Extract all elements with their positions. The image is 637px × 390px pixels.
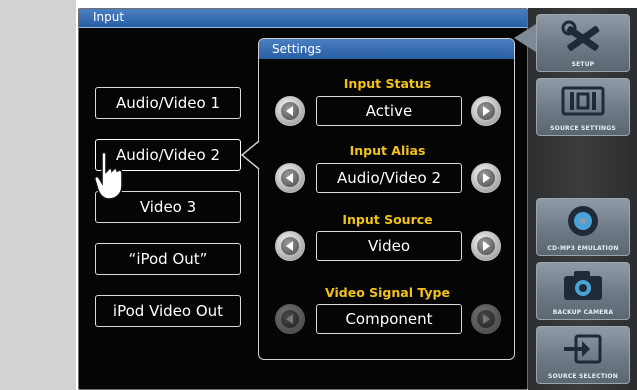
input-alias-next-button[interactable] [471, 163, 501, 193]
video-signal-type-prev-button [275, 304, 305, 334]
input-status-label: Input Status [343, 76, 432, 91]
backup-camera-button[interactable]: BACKUP CAMERA [536, 262, 630, 320]
settings-title: Settings [272, 42, 322, 56]
input-source-label: Input Source [342, 212, 433, 227]
settings-title-bar: Settings [259, 39, 514, 59]
input-alias-prev-button[interactable] [275, 163, 305, 193]
arrow-left-icon [286, 106, 293, 116]
input-source-value: Video [316, 231, 462, 261]
setup-pointer [514, 24, 536, 52]
left-gutter [0, 0, 76, 390]
input-alias-label: Input Alias [349, 143, 426, 158]
input-status-value: Active [316, 96, 462, 126]
video-signal-type-value: Component [316, 304, 462, 334]
arrow-right-icon [483, 106, 490, 116]
arrow-right-icon [483, 241, 490, 251]
input-button-audio-video-1[interactable]: Audio/Video 1 [95, 87, 241, 119]
video-signal-type-label: Video Signal Type [325, 285, 450, 300]
arrow-left-icon [286, 241, 293, 251]
video-signal-type-next-button [471, 304, 501, 334]
arrow-right-icon [483, 314, 490, 324]
source-settings-label: SOURCE SETTINGS [550, 125, 616, 132]
input-status-next-button[interactable] [471, 96, 501, 126]
camera-icon [564, 271, 602, 300]
input-button-ipod-video-out[interactable]: iPod Video Out [95, 295, 241, 327]
hand-cursor-icon [94, 152, 123, 200]
source-selection-label: SOURCE SELECTION [548, 373, 618, 380]
input-source-prev-button[interactable] [275, 231, 305, 261]
cd-disc-icon [568, 206, 598, 236]
input-alias-value[interactable]: Audio/Video 2 [316, 163, 462, 193]
input-title-bar: Input [79, 9, 527, 28]
settings-panel: Settings Input Status Active Input Alias… [258, 38, 515, 360]
backup-camera-label: BACKUP CAMERA [552, 309, 614, 316]
input-status-prev-button[interactable] [275, 96, 305, 126]
cd-mp3-emulation-button[interactable]: CD-MP3 EMULATION [536, 198, 630, 256]
cd-mp3-emulation-label: CD-MP3 EMULATION [547, 245, 619, 252]
arrow-left-icon [286, 314, 293, 324]
source-settings-icon [561, 86, 605, 116]
input-source-next-button[interactable] [471, 231, 501, 261]
setup-tools-icon [561, 20, 600, 51]
setup-label: SETUP [571, 61, 595, 68]
source-settings-button[interactable]: SOURCE SETTINGS [536, 78, 630, 136]
source-selection-button[interactable]: SOURCE SELECTION [536, 326, 630, 384]
input-button-ipod-out[interactable]: “iPod Out” [95, 243, 241, 275]
selection-pointer [240, 140, 260, 170]
arrow-left-icon [286, 173, 293, 183]
arrow-right-icon [483, 173, 490, 183]
setup-button[interactable]: SETUP [536, 14, 630, 72]
input-title: Input [93, 10, 125, 24]
source-selection-icon [564, 334, 602, 364]
